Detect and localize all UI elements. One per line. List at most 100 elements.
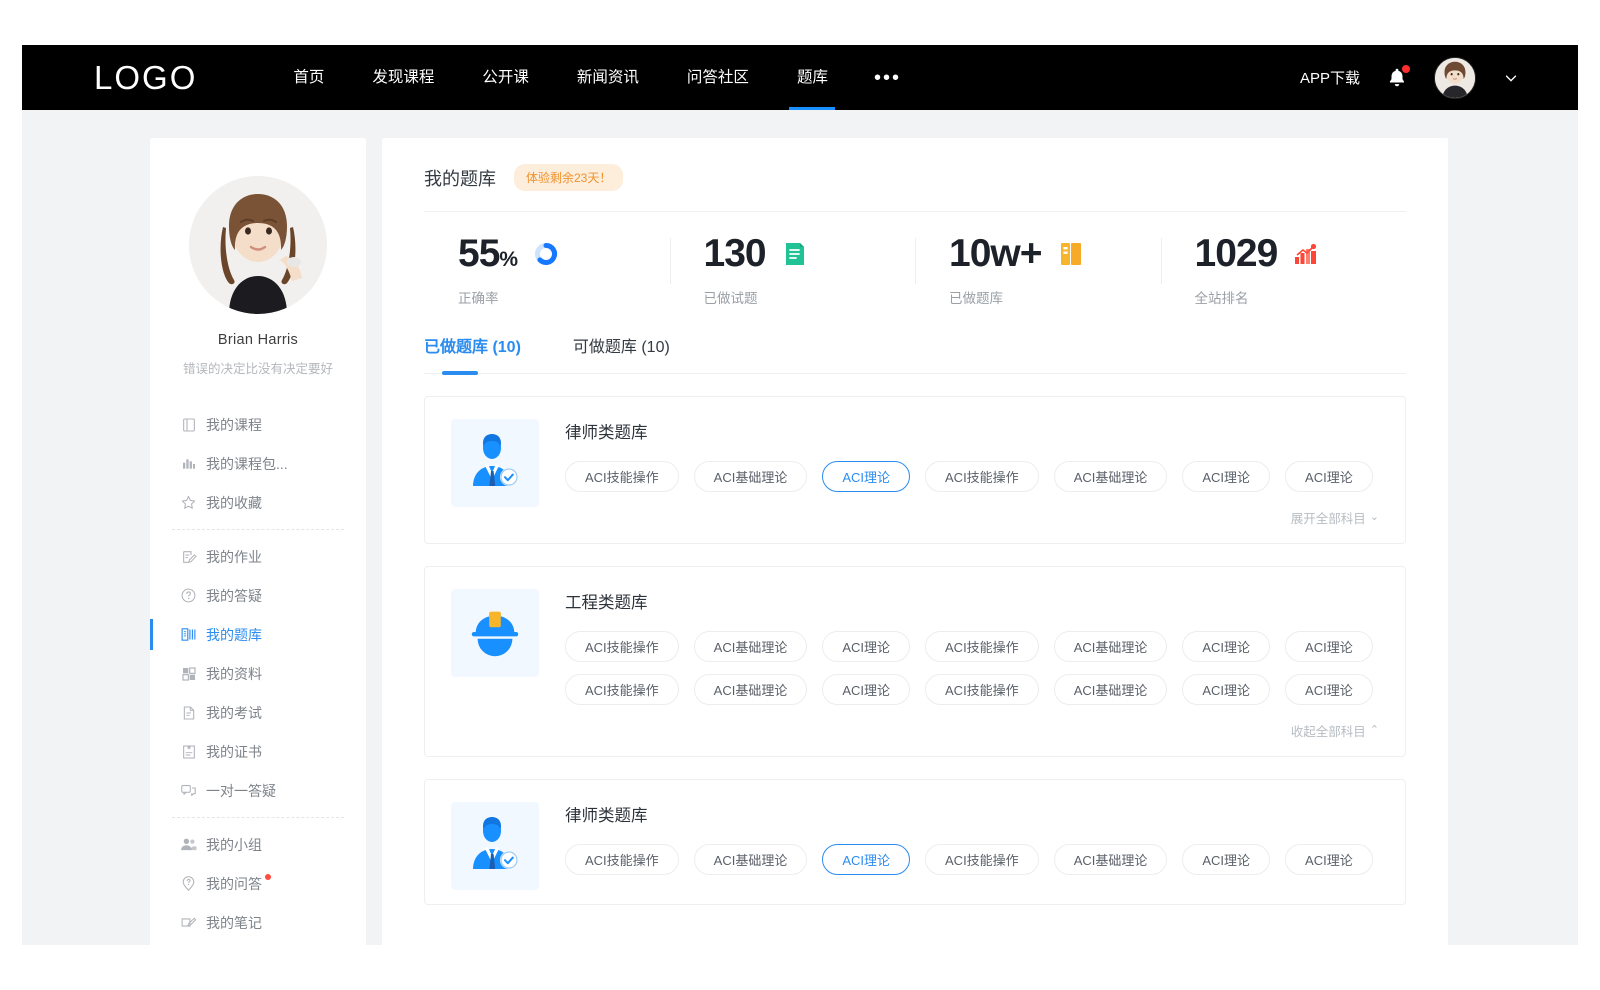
sidebar-item-text: 我的问答 <box>206 876 262 892</box>
subject-tag[interactable]: ACI基础理论 <box>1054 844 1168 875</box>
subject-tag[interactable]: ACI技能操作 <box>925 674 1039 705</box>
subject-tag[interactable]: ACI技能操作 <box>925 461 1039 492</box>
chevron-down-icon[interactable] <box>1502 69 1520 87</box>
subject-tag[interactable]: ACI基础理论 <box>1054 674 1168 705</box>
question-circle-icon <box>180 587 197 604</box>
subject-tag[interactable]: ACI理论 <box>1285 461 1373 492</box>
screenshot-root: LOGO 首页 发现课程 公开课 新闻资讯 问答社区 题库 ••• APP下载 <box>0 0 1600 990</box>
subject-tag[interactable]: ACI技能操作 <box>925 631 1039 662</box>
sidebar-item-label: 我的问答 <box>206 874 262 894</box>
profile-avatar-icon <box>189 176 327 314</box>
page-header: 我的题库 体验剩余23天！ <box>424 164 1406 212</box>
app-download-link[interactable]: APP下载 <box>1300 67 1360 88</box>
subject-tag[interactable]: ACI技能操作 <box>925 844 1039 875</box>
group-icon <box>180 836 197 853</box>
user-avatar-top[interactable] <box>1434 57 1476 99</box>
bank-body: 律师类题库 ACI技能操作 ACI基础理论 ACI理论 ACI技能操作 ACI基… <box>565 419 1379 529</box>
subject-tag[interactable]: ACI技能操作 <box>565 631 679 662</box>
stat-suffix: % <box>499 248 517 271</box>
sidebar-item-my-course-packs[interactable]: 我的课程包... <box>150 444 366 483</box>
sidebar-item-my-group[interactable]: 我的小组 <box>150 825 366 864</box>
main-content-panel: 我的题库 体验剩余23天！ 55% <box>382 138 1448 945</box>
main-nav: 首页 发现课程 公开课 新闻资讯 问答社区 题库 ••• <box>269 45 923 110</box>
star-icon <box>180 494 197 511</box>
bank-body: 工程类题库 ACI技能操作 ACI基础理论 ACI理论 ACI技能操作 ACI基… <box>565 589 1379 742</box>
subject-tag[interactable]: ACI理论 <box>1182 461 1270 492</box>
subject-tag[interactable]: ACI基础理论 <box>694 674 808 705</box>
tab-available-banks[interactable]: 可做题库 (10) <box>573 333 670 373</box>
profile-avatar[interactable] <box>189 176 327 314</box>
site-logo[interactable]: LOGO <box>94 59 197 97</box>
nav-right-group: APP下载 <box>1300 57 1520 99</box>
nav-item-home[interactable]: 首页 <box>269 45 348 110</box>
sidebar-item-my-homework[interactable]: 我的作业 <box>150 537 366 576</box>
stat-value: 55 <box>458 232 499 275</box>
subject-tag[interactable]: ACI理论 <box>1182 844 1270 875</box>
subject-tag[interactable]: ACI理论 <box>1285 674 1373 705</box>
subject-tag[interactable]: ACI理论 <box>1182 631 1270 662</box>
ranking-chart-icon <box>1293 241 1319 267</box>
subject-tag-selected[interactable]: ACI理论 <box>822 844 910 875</box>
nav-item-news[interactable]: 新闻资讯 <box>553 45 663 110</box>
bank-title: 工程类题库 <box>565 589 1379 613</box>
subject-tag[interactable]: ACI理论 <box>822 631 910 662</box>
stat-label: 全站排名 <box>1195 287 1407 307</box>
subject-tag[interactable]: ACI基础理论 <box>694 844 808 875</box>
sidebar-item-my-materials[interactable]: 我的资料 <box>150 654 366 693</box>
orange-book-icon <box>1058 241 1084 267</box>
subject-tag[interactable]: ACI基础理论 <box>694 461 808 492</box>
sidebar-item-my-certificates[interactable]: 我的证书 <box>150 732 366 771</box>
bank-card[interactable]: 工程类题库 ACI技能操作 ACI基础理论 ACI理论 ACI技能操作 ACI基… <box>424 566 1406 757</box>
subject-tag-selected[interactable]: ACI理论 <box>822 461 910 492</box>
subject-tag[interactable]: ACI基础理论 <box>694 631 808 662</box>
subject-tag[interactable]: ACI基础理论 <box>1054 631 1168 662</box>
subject-tag[interactable]: ACI技能操作 <box>565 844 679 875</box>
top-navigation-bar: LOGO 首页 发现课程 公开课 新闻资讯 问答社区 题库 ••• APP下载 <box>22 45 1578 110</box>
sidebar-item-my-courses[interactable]: 我的课程 <box>150 405 366 444</box>
sidebar-item-my-qa[interactable]: 我的答疑 <box>150 576 366 615</box>
sidebar-menu: 我的课程 我的课程包... 我的收藏 <box>150 405 366 945</box>
subject-tag[interactable]: ACI理论 <box>1182 674 1270 705</box>
sidebar-divider <box>172 529 344 530</box>
nav-item-open-class[interactable]: 公开课 <box>458 45 553 110</box>
sidebar-item-label: 我的课程包... <box>206 454 288 474</box>
hardhat-icon <box>466 604 524 662</box>
notification-bell-button[interactable] <box>1386 66 1408 90</box>
subject-tag[interactable]: ACI理论 <box>1285 631 1373 662</box>
subject-tag[interactable]: ACI技能操作 <box>565 674 679 705</box>
stat-label: 已做试题 <box>704 287 916 307</box>
chevron-down-icon: ⌄ <box>1370 512 1379 523</box>
sidebar-item-one-on-one-qa[interactable]: 一对一答疑 <box>150 771 366 810</box>
certificate-icon <box>180 743 197 760</box>
sidebar-item-my-notes[interactable]: 我的笔记 <box>150 903 366 942</box>
sidebar-divider <box>172 817 344 818</box>
subject-tag[interactable]: ACI基础理论 <box>1054 461 1168 492</box>
nav-item-question-bank[interactable]: 题库 <box>773 45 852 110</box>
subject-tag-row: ACI技能操作 ACI基础理论 ACI理论 ACI技能操作 ACI基础理论 AC… <box>565 461 1379 492</box>
subject-tag[interactable]: ACI理论 <box>822 674 910 705</box>
sidebar-item-my-questions[interactable]: 我的问答 <box>150 864 366 903</box>
expand-all-subjects-button[interactable]: 展开全部科目 ⌄ <box>1291 508 1379 527</box>
bank-card[interactable]: 律师类题库 ACI技能操作 ACI基础理论 ACI理论 ACI技能操作 ACI基… <box>424 779 1406 905</box>
subject-tag[interactable]: ACI理论 <box>1285 844 1373 875</box>
sidebar-item-label: 一对一答疑 <box>206 781 276 801</box>
stat-value-wrap: 130 <box>704 234 766 273</box>
stat-value-wrap: 55% <box>458 234 517 273</box>
chevron-up-icon: ⌃ <box>1370 725 1379 736</box>
sidebar-item-my-favorites[interactable]: 我的收藏 <box>150 483 366 522</box>
sidebar-item-label: 我的证书 <box>206 742 262 762</box>
subject-tag-row: ACI技能操作 ACI基础理论 ACI理论 ACI技能操作 ACI基础理论 AC… <box>565 844 1379 875</box>
sidebar-item-my-exams[interactable]: 我的考试 <box>150 693 366 732</box>
stat-value-wrap: 10w+ <box>949 234 1042 273</box>
collapse-all-subjects-button[interactable]: 收起全部科目 ⌃ <box>1291 721 1379 740</box>
app-frame: LOGO 首页 发现课程 公开课 新闻资讯 问答社区 题库 ••• APP下载 <box>22 45 1578 945</box>
sidebar-item-my-question-bank[interactable]: 我的题库 <box>150 615 366 654</box>
bank-footer: 展开全部科目 ⌄ <box>565 504 1379 529</box>
nav-item-discover-courses[interactable]: 发现课程 <box>348 45 458 110</box>
bank-card[interactable]: 律师类题库 ACI技能操作 ACI基础理论 ACI理论 ACI技能操作 ACI基… <box>424 396 1406 544</box>
subject-tag[interactable]: ACI技能操作 <box>565 461 679 492</box>
stat-value: 130 <box>704 232 766 275</box>
nav-item-qa-community[interactable]: 问答社区 <box>663 45 773 110</box>
nav-more-icon[interactable]: ••• <box>852 48 923 108</box>
tab-completed-banks[interactable]: 已做题库 (10) <box>424 333 521 373</box>
